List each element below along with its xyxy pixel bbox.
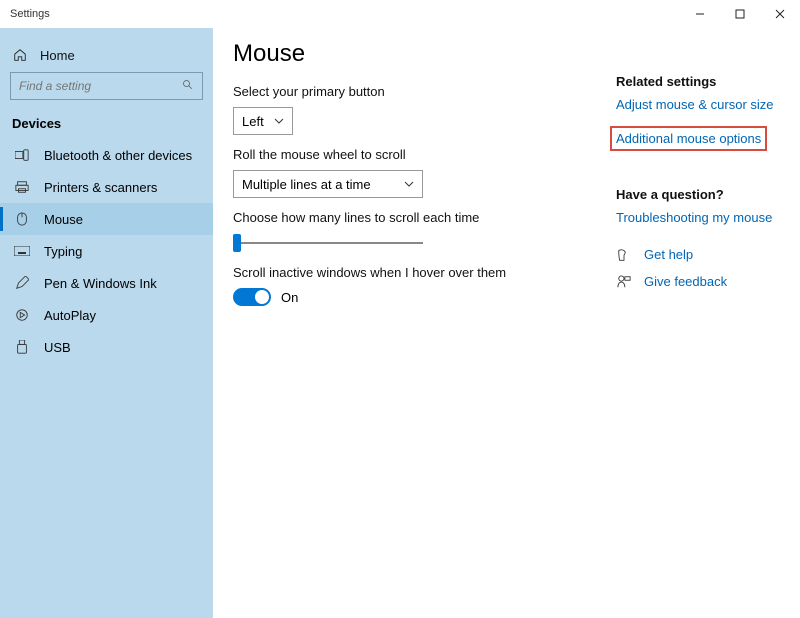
window-body: Home Devices Bluetooth & other devices P… <box>0 28 800 618</box>
pen-icon <box>14 276 30 290</box>
settings-window: Settings Home Devices Bluetooth & other <box>0 0 800 618</box>
nav-printers[interactable]: Printers & scanners <box>0 171 213 203</box>
inactive-toggle-row: On <box>233 288 616 306</box>
related-column: Related settings Adjust mouse & cursor s… <box>616 36 776 618</box>
nav-usb[interactable]: USB <box>0 331 213 363</box>
home-icon <box>12 48 28 62</box>
nav-label: Pen & Windows Ink <box>44 276 157 291</box>
inactive-window-label: Scroll inactive windows when I hover ove… <box>233 265 616 280</box>
search-container <box>0 72 213 110</box>
question-heading: Have a question? <box>616 187 776 202</box>
get-help-row[interactable]: Get help <box>616 247 776 262</box>
nav-mouse[interactable]: Mouse <box>0 203 213 235</box>
nav-bluetooth[interactable]: Bluetooth & other devices <box>0 139 213 171</box>
toggle-knob <box>255 290 269 304</box>
minimize-button[interactable] <box>680 0 720 28</box>
sidebar: Home Devices Bluetooth & other devices P… <box>0 28 213 618</box>
scroll-mode-label: Roll the mouse wheel to scroll <box>233 147 616 162</box>
keyboard-icon <box>14 246 30 256</box>
lines-label: Choose how many lines to scroll each tim… <box>233 210 616 225</box>
primary-button-select[interactable]: Left <box>233 107 293 135</box>
give-feedback-link: Give feedback <box>644 274 727 289</box>
chevron-down-icon <box>404 179 414 189</box>
search-box[interactable] <box>10 72 203 100</box>
maximize-button[interactable] <box>720 0 760 28</box>
page-heading: Mouse <box>233 40 616 68</box>
close-button[interactable] <box>760 0 800 28</box>
nav-label: Printers & scanners <box>44 180 157 195</box>
main-content: Mouse Select your primary button Left Ro… <box>213 28 800 618</box>
chevron-down-icon <box>274 116 284 126</box>
nav-label: Bluetooth & other devices <box>44 148 192 163</box>
search-icon <box>182 79 194 94</box>
slider-track <box>233 242 423 244</box>
autoplay-icon <box>14 308 30 322</box>
usb-icon <box>14 340 30 354</box>
window-title: Settings <box>10 8 50 20</box>
devices-icon <box>14 149 30 161</box>
search-input[interactable] <box>19 79 182 93</box>
section-title: Devices <box>0 110 213 139</box>
feedback-icon <box>616 275 632 289</box>
help-icon <box>616 248 632 262</box>
nav-list: Bluetooth & other devices Printers & sca… <box>0 139 213 363</box>
give-feedback-row[interactable]: Give feedback <box>616 274 776 289</box>
nav-label: Mouse <box>44 212 83 227</box>
home-button[interactable]: Home <box>0 38 213 72</box>
scroll-mode-value: Multiple lines at a time <box>242 177 371 192</box>
primary-button-value: Left <box>242 114 264 129</box>
nav-pen[interactable]: Pen & Windows Ink <box>0 267 213 299</box>
nav-label: AutoPlay <box>44 308 96 323</box>
link-troubleshoot[interactable]: Troubleshooting my mouse <box>616 210 776 225</box>
slider-thumb[interactable] <box>233 234 241 252</box>
lines-slider[interactable] <box>233 233 423 253</box>
printer-icon <box>14 180 30 194</box>
primary-button-label: Select your primary button <box>233 84 616 99</box>
toggle-state-text: On <box>281 290 298 305</box>
get-help-link: Get help <box>644 247 693 262</box>
home-label: Home <box>40 48 75 63</box>
nav-label: Typing <box>44 244 82 259</box>
link-additional-mouse-options[interactable]: Additional mouse options <box>610 126 767 151</box>
scroll-mode-select[interactable]: Multiple lines at a time <box>233 170 423 198</box>
link-cursor-size[interactable]: Adjust mouse & cursor size <box>616 97 776 112</box>
titlebar: Settings <box>0 0 800 28</box>
inactive-toggle[interactable] <box>233 288 271 306</box>
nav-typing[interactable]: Typing <box>0 235 213 267</box>
nav-autoplay[interactable]: AutoPlay <box>0 299 213 331</box>
nav-label: USB <box>44 340 71 355</box>
mouse-icon <box>14 212 30 226</box>
settings-column: Mouse Select your primary button Left Ro… <box>233 36 616 618</box>
related-heading: Related settings <box>616 74 776 89</box>
